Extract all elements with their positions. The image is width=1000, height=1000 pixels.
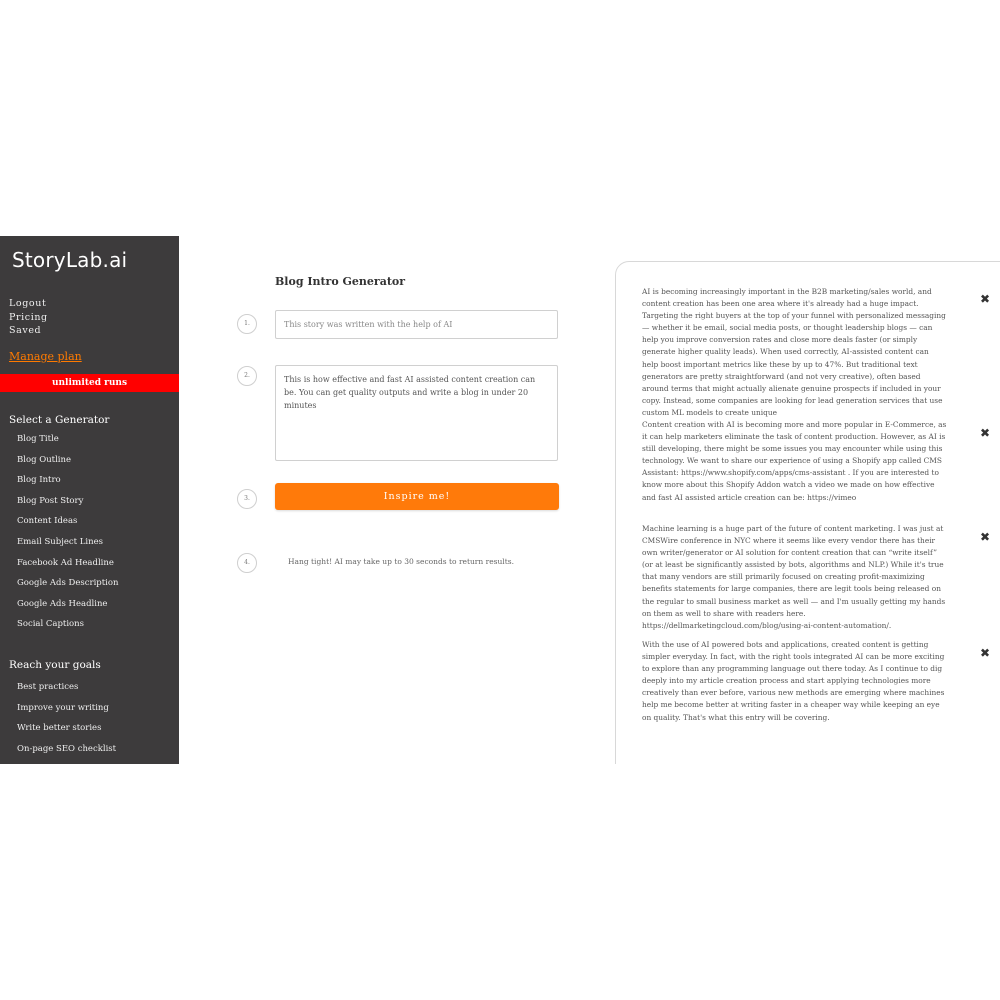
inspire-button[interactable]: Inspire me! [275, 483, 559, 510]
close-icon[interactable]: ✖ [979, 427, 991, 439]
logo[interactable]: StoryLab.ai [12, 248, 127, 272]
story-description-textarea[interactable]: This is how effective and fast AI assist… [275, 365, 558, 461]
generators-section-title: Select a Generator [9, 414, 110, 426]
page-title: Blog Intro Generator [275, 275, 406, 288]
sidebar-item-email-subject-lines[interactable]: Email Subject Lines [17, 532, 118, 553]
step-number-2: 2. [237, 366, 257, 386]
close-icon[interactable]: ✖ [979, 647, 991, 659]
pricing-link[interactable]: Pricing [9, 311, 48, 325]
step-number-1: 1. [237, 314, 257, 334]
step-number-4: 4. [237, 553, 257, 573]
generator-list: Blog Title Blog Outline Blog Intro Blog … [17, 429, 118, 635]
sidebar-item-blog-intro[interactable]: Blog Intro [17, 470, 118, 491]
close-icon[interactable]: ✖ [979, 293, 991, 305]
app-frame: StoryLab.ai Logout Pricing Saved Manage … [0, 236, 1000, 764]
result-item: AI is becoming increasingly important in… [642, 287, 946, 417]
manage-plan-link[interactable]: Manage plan [9, 350, 82, 363]
sidebar-item-improve-writing[interactable]: Improve your writing [17, 698, 116, 719]
sidebar-item-facebook-ad-headline[interactable]: Facebook Ad Headline [17, 553, 118, 574]
sidebar-item-write-better-stories[interactable]: Write better stories [17, 718, 116, 739]
story-title-input[interactable] [275, 310, 558, 339]
saved-link[interactable]: Saved [9, 324, 48, 338]
step-number-3: 3. [237, 489, 257, 509]
goals-list: Best practices Improve your writing Writ… [17, 677, 116, 759]
account-links: Logout Pricing Saved [9, 297, 48, 338]
sidebar-item-seo-checklist[interactable]: On-page SEO checklist [17, 739, 116, 760]
result-item: Machine learning is a huge part of the f… [642, 524, 946, 630]
logout-link[interactable]: Logout [9, 297, 48, 311]
sidebar-item-content-ideas[interactable]: Content Ideas [17, 511, 118, 532]
sidebar-item-blog-post-story[interactable]: Blog Post Story [17, 491, 118, 512]
runs-badge: unlimited runs [0, 374, 179, 392]
sidebar-item-social-captions[interactable]: Social Captions [17, 614, 118, 635]
wait-message: Hang tight! AI may take up to 30 seconds… [288, 557, 514, 566]
sidebar-item-google-ads-description[interactable]: Google Ads Description [17, 573, 118, 594]
result-item: Content creation with AI is becoming mor… [642, 420, 947, 502]
close-icon[interactable]: ✖ [979, 531, 991, 543]
results-panel: AI is becoming increasingly important in… [615, 261, 1000, 764]
goals-section-title: Reach your goals [9, 659, 101, 671]
sidebar-item-google-ads-headline[interactable]: Google Ads Headline [17, 594, 118, 615]
result-item: With the use of AI powered bots and appl… [642, 640, 945, 722]
sidebar-item-blog-title[interactable]: Blog Title [17, 429, 118, 450]
sidebar-item-best-practices[interactable]: Best practices [17, 677, 116, 698]
sidebar-item-blog-outline[interactable]: Blog Outline [17, 450, 118, 471]
sidebar: StoryLab.ai Logout Pricing Saved Manage … [0, 236, 179, 764]
